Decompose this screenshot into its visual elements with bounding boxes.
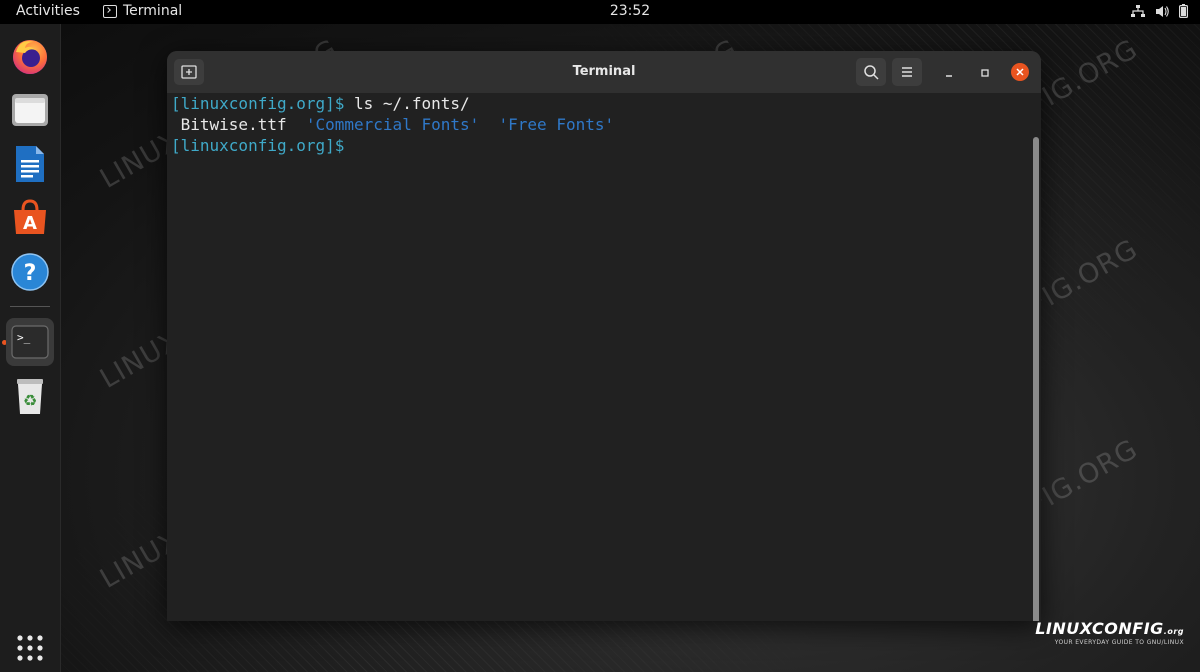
- menu-button[interactable]: [892, 58, 922, 86]
- search-icon: [864, 65, 879, 80]
- dock-item-software[interactable]: A: [6, 194, 54, 242]
- firefox-icon: [13, 40, 47, 74]
- hamburger-icon: [902, 67, 912, 77]
- maximize-icon: [981, 69, 989, 77]
- clock[interactable]: 23:52: [0, 3, 1200, 19]
- command-text: ls ~/.fonts/: [344, 94, 470, 113]
- title-bar[interactable]: Terminal: [167, 51, 1041, 93]
- dock-item-terminal[interactable]: >_: [6, 318, 54, 366]
- system-tray[interactable]: [1131, 4, 1189, 22]
- close-button[interactable]: [1011, 63, 1029, 81]
- help-icon: ?: [11, 253, 49, 291]
- file-entry: Bitwise.ttf: [171, 115, 287, 134]
- brand-tagline: YOUR EVERYDAY GUIDE TO GNU/LINUX: [1054, 639, 1184, 646]
- scrollbar[interactable]: [1033, 137, 1039, 621]
- brand-logo: LINUXCONFIG.org YOUR EVERYDAY GUIDE TO G…: [1035, 619, 1184, 646]
- trash-icon: ♻: [17, 379, 43, 414]
- search-button[interactable]: [856, 58, 886, 86]
- files-icon: [12, 94, 48, 126]
- close-icon: [1016, 68, 1024, 76]
- network-icon[interactable]: [1131, 4, 1145, 22]
- brand-name: LINUXCONFIG: [1035, 619, 1164, 638]
- svg-text:A: A: [23, 213, 37, 234]
- svg-text:?: ?: [24, 261, 37, 286]
- minimize-button[interactable]: [942, 65, 956, 79]
- shell-prompt: [linuxconfig.org]$: [171, 94, 345, 113]
- dock-separator: [10, 306, 50, 307]
- battery-icon[interactable]: [1179, 4, 1189, 22]
- minimize-icon: [946, 75, 952, 77]
- dock-item-help[interactable]: ?: [6, 248, 54, 296]
- dock: A ? >_ ♻: [0, 24, 61, 672]
- software-store-icon: A: [14, 199, 46, 234]
- terminal-line: Bitwise.ttf 'Commercial Fonts' 'Free Fon…: [171, 114, 614, 135]
- brand-suffix: .org: [1163, 627, 1184, 636]
- terminal-line: [linuxconfig.org]$ ls ~/.fonts/: [171, 93, 614, 114]
- directory-entry: 'Commercial Fonts': [286, 115, 480, 134]
- svg-text:>_: >_: [17, 331, 31, 344]
- shell-prompt: [linuxconfig.org]$: [171, 136, 345, 155]
- terminal-window: Terminal [linuxconfig.org]$ ls ~/.fonts/…: [167, 51, 1041, 621]
- svg-text:♻: ♻: [23, 391, 37, 410]
- show-apps-button[interactable]: [6, 624, 54, 672]
- writer-icon: [16, 146, 44, 182]
- app-grid-icon: [17, 635, 43, 661]
- dock-item-writer[interactable]: [6, 140, 54, 188]
- terminal-output[interactable]: [linuxconfig.org]$ ls ~/.fonts/ Bitwise.…: [167, 93, 1041, 621]
- volume-icon[interactable]: [1155, 5, 1169, 22]
- dock-item-trash[interactable]: ♻: [6, 372, 54, 420]
- terminal-icon: >_: [11, 325, 49, 359]
- dock-item-firefox[interactable]: [6, 32, 54, 80]
- top-bar: Activities Terminal 23:52: [0, 0, 1200, 24]
- terminal-line: [linuxconfig.org]$: [171, 135, 614, 156]
- dock-item-files[interactable]: [6, 86, 54, 134]
- maximize-button[interactable]: [978, 65, 992, 79]
- directory-entry: 'Free Fonts': [479, 115, 615, 134]
